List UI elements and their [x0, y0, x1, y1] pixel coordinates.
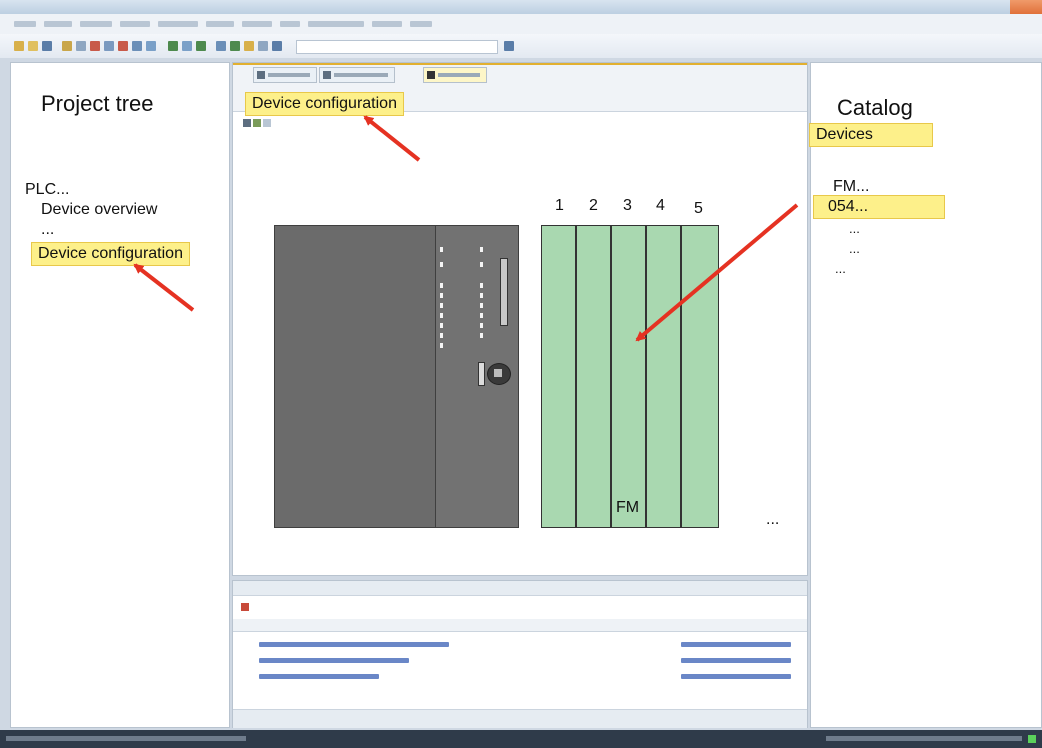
arrow-to-device-configuration-tab [363, 115, 421, 162]
status-left [6, 736, 246, 741]
status-right [826, 736, 1022, 741]
arrow-catalog-to-slot [635, 203, 799, 342]
arrow-to-tree-device-configuration [133, 263, 195, 312]
annotation-arrows [133, 115, 799, 342]
connection-status-icon [1028, 735, 1036, 743]
status-bar [0, 730, 1042, 748]
